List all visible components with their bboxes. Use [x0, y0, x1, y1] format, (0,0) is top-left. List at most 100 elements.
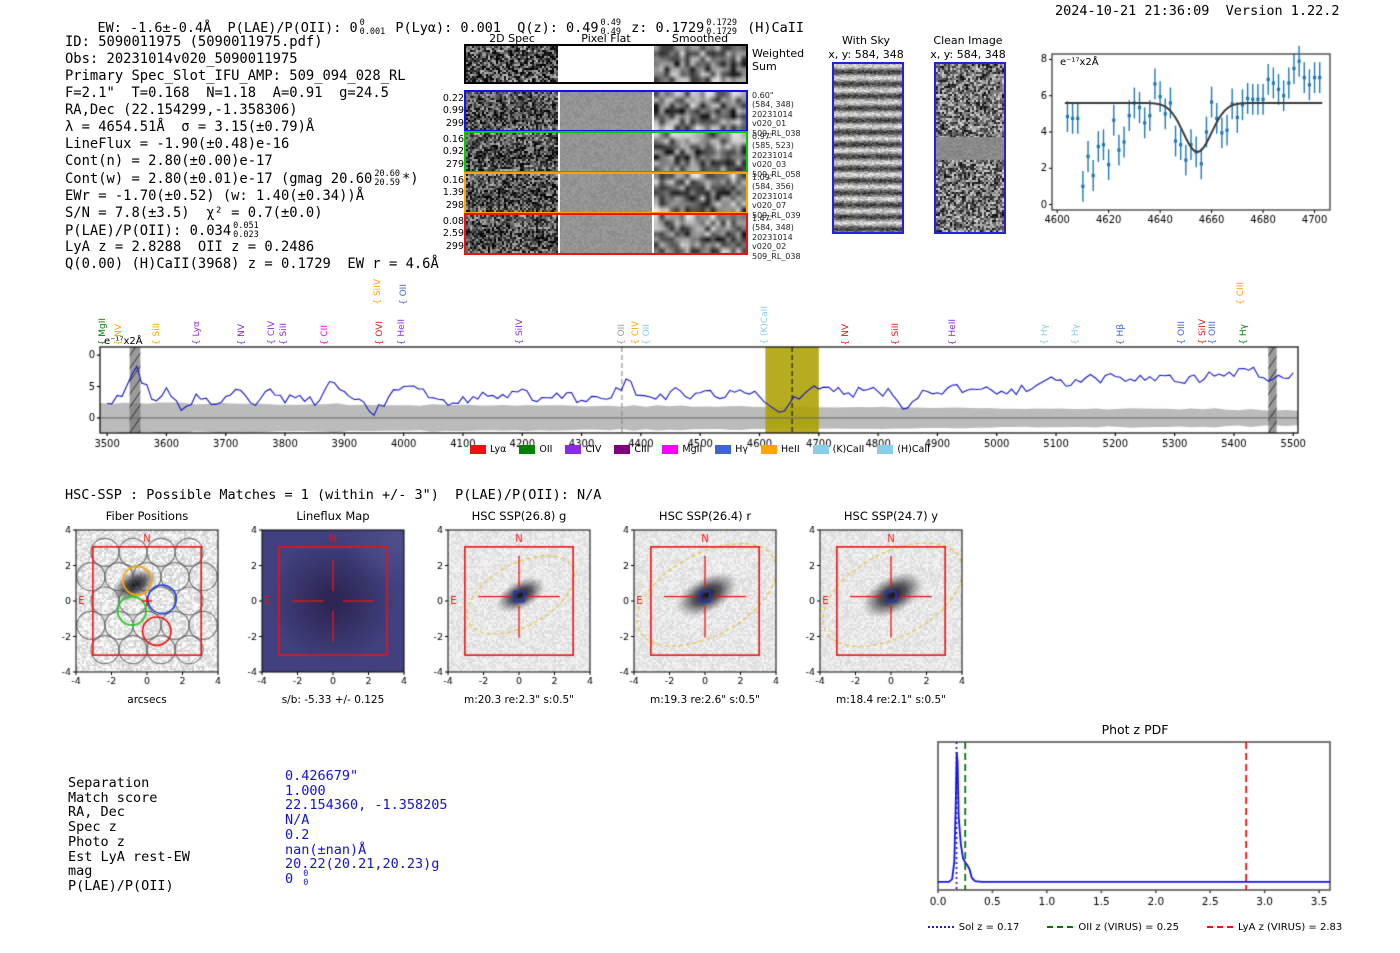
- hsc-panel-image-hsc_r: [606, 526, 782, 694]
- clean-cutout-image: [934, 62, 1006, 234]
- hsc-panel-title-hsc_g: HSC SSP(26.8) g: [471, 509, 567, 523]
- hsc-panel-caption-hsc_y: m:18.4 re:2.1" s:0.5": [836, 694, 946, 706]
- legend-item-CIV: CIV: [565, 444, 601, 455]
- spec2d-row-0: [464, 90, 748, 132]
- spectrum-line-legend: Lyα OII CIV CIII MgII Hγ HeII (K)CaII (H)CaII: [420, 444, 980, 455]
- legend-label: Lyα: [490, 444, 507, 455]
- match-value-frac: 00: [303, 870, 308, 888]
- photz-legend-item-1: OII z (VIRUS) = 0.25: [1047, 922, 1179, 933]
- spectral-line-label-mgii-0: { MgII: [98, 317, 109, 345]
- sub: 0.023: [233, 229, 259, 240]
- match-value-main: 0: [285, 870, 302, 887]
- spectral-line-label-h-22: { Hβ: [1116, 323, 1127, 345]
- info-line-3: F=2.1" T=0.168 N=1.18 A=0.91 g=24.5: [65, 84, 389, 101]
- legend-item-KCaII: (K)CaII: [812, 444, 865, 455]
- spec2d-row-1-smooth-image: [654, 133, 746, 171]
- spectral-line-label-oiii-23: { OIII: [1176, 321, 1187, 345]
- spec2d-weighted-smoothed-image: [654, 46, 746, 82]
- clean-title-text: Clean Image: [933, 34, 1003, 47]
- hsc-panel-caption-hsc_g: m:20.3 re:2.3" s:0.5": [464, 694, 574, 706]
- photz-legend-label-1: OII z (VIRUS) = 0.25: [1078, 922, 1180, 933]
- spectral-line-label-heii-11: { HeII: [396, 318, 407, 345]
- spec2d-row-3: [464, 213, 748, 255]
- legend-item-CIII: CIII: [614, 444, 649, 455]
- spec2d-row-2-smooth-image: [654, 174, 746, 212]
- photz-legend-label-2: LyA z (VIRUS) = 2.83: [1238, 922, 1343, 933]
- photz-legend-item-0: Sol z = 0.17: [927, 922, 1020, 933]
- legend-label: Hγ: [735, 444, 749, 455]
- legend-label: CIII: [634, 444, 650, 455]
- spectral-line-label-civ-5: { CIV: [267, 321, 278, 345]
- hsc-panel-caption-fiber: arcsecs: [127, 694, 167, 706]
- spectral-line-label-oiii-25: { OIII: [1207, 321, 1218, 345]
- spectral-line-label-heii-19: { HeII: [947, 318, 958, 345]
- hsc-panel-image-lineflux: [234, 526, 410, 694]
- info-line-7: Cont(n) = 2.80(±0.00)e-17: [65, 152, 273, 169]
- clean-title: Clean Image x, y: 584, 348: [920, 34, 1016, 62]
- spec2d-row-3-smooth-image: [654, 215, 746, 253]
- withsky-cutout-image: [832, 62, 904, 234]
- photz-legend-label-0: Sol z = 0.17: [958, 922, 1020, 933]
- spectral-line-label-kcaii-16: { (K)CaII: [759, 306, 770, 345]
- photz-legend-swatch-1: [1047, 926, 1074, 928]
- withsky-coords: x, y: 584, 348: [828, 47, 904, 61]
- fitplot-flux-unit-label: e⁻¹⁷x2Å: [1060, 57, 1099, 68]
- info-line-8-post: *): [401, 170, 419, 187]
- legend-swatch: [565, 445, 582, 454]
- photz-legend-swatch-2: [1207, 926, 1234, 928]
- spectral-line-label-h-27: { Hγ: [1239, 324, 1250, 345]
- detection-info-block: ID: 5090011975 (5090011975.pdf) Obs: 2023…: [65, 34, 439, 273]
- spectral-line-label-oii-10: { OII: [399, 284, 410, 305]
- legend-item-HeII: HeII: [761, 444, 800, 455]
- spectral-line-label-siii-18: { SiII: [890, 322, 901, 345]
- sub: 0: [303, 877, 309, 888]
- spectral-line-label-cii-7: { CII: [319, 324, 330, 345]
- spec2d-row-2-spec-image: [466, 174, 558, 212]
- legend-item-Hγ: Hγ: [715, 444, 748, 455]
- legend-item-OII: OII: [519, 444, 552, 455]
- legend-item-HCaII: (H)CaII: [877, 444, 930, 455]
- photz-legend: Sol z = 0.17 OII z (VIRUS) = 0.25 LyA z (V…: [920, 922, 1350, 933]
- legend-label: (H)CaII: [897, 444, 930, 455]
- withsky-title-text: With Sky: [842, 34, 890, 47]
- info-line-8: Cont(w) = 2.80(±0.01)e-17 (gmag 20.60 20.…: [65, 169, 439, 188]
- spectral-line-label-siii-6: { SiII: [278, 322, 289, 345]
- info-line-8-pre: Cont(w) = 2.80(±0.01)e-17 (gmag 20.60: [65, 170, 373, 187]
- withsky-title: With Sky x, y: 584, 348: [818, 34, 914, 62]
- summary-line-id: (H)CaII: [739, 19, 805, 36]
- spectral-line-label-siii-2: { SiII: [152, 322, 163, 345]
- info-line-8-frac: 20.60 20.59: [374, 169, 400, 188]
- info-line-1: Obs: 20231014v020_5090011975: [65, 50, 298, 67]
- spectral-line-label-ovi-9: { OVI: [375, 320, 386, 345]
- photz-legend-item-2: LyA z (VIRUS) = 2.83: [1207, 922, 1342, 933]
- match-row-value-7: 0 00: [285, 870, 310, 888]
- hsc-panel-image-fiber: [48, 526, 224, 694]
- spec2d-header-2dspec: 2D Spec: [489, 32, 535, 45]
- spectral-line-label-ly-3: { Lyα: [192, 320, 203, 345]
- legend-label: MgII: [682, 444, 703, 455]
- info-line-12: LyA z = 2.8288 OII z = 0.2486: [65, 239, 315, 256]
- spectral-line-label-oii-15: { OII: [641, 324, 652, 345]
- spec2d-row-1-flat-image: [560, 133, 652, 171]
- spec2d-row-0-spec-image: [466, 92, 558, 130]
- spec2d-row-3-flat-image: [560, 215, 652, 253]
- legend-label: (K)CaII: [832, 444, 865, 455]
- timestamp-version: 2024-10-21 21:36:09 Version 1.22.2: [1055, 3, 1340, 19]
- spectral-line-label-siiv-12: { SiIV: [515, 319, 526, 345]
- spec2d-weighted-flat-image: [560, 46, 652, 82]
- legend-swatch: [715, 445, 732, 454]
- hsc-panel-caption-hsc_r: m:19.3 re:2.6" s:0.5": [650, 694, 760, 706]
- hsc-panel-title-lineflux: Lineflux Map: [296, 509, 370, 523]
- spectral-line-label-nv-1: { NV: [114, 323, 125, 345]
- hsc-panel-caption-lineflux: s/b: -5.33 +/- 0.125: [281, 694, 385, 706]
- hsc-panel-title-hsc_r: HSC SSP(26.4) r: [658, 509, 752, 523]
- spec2d-row-2: [464, 172, 748, 214]
- spectral-line-label-nv-4: { NV: [237, 323, 248, 345]
- legend-swatch: [812, 445, 829, 454]
- spec2d-row-1-spec-image: [466, 133, 558, 171]
- info-line-6: LineFlux = -1.90(±0.48)e-16: [65, 135, 290, 152]
- spec2d-row-1: [464, 131, 748, 173]
- spectral-line-label-nv-17: { NV: [840, 323, 851, 345]
- info-line-13: Q(0.00) (H)CaII(3968) z = 0.1729 EW r = …: [65, 256, 439, 273]
- info-line-0: ID: 5090011975 (5090011975.pdf): [65, 34, 323, 50]
